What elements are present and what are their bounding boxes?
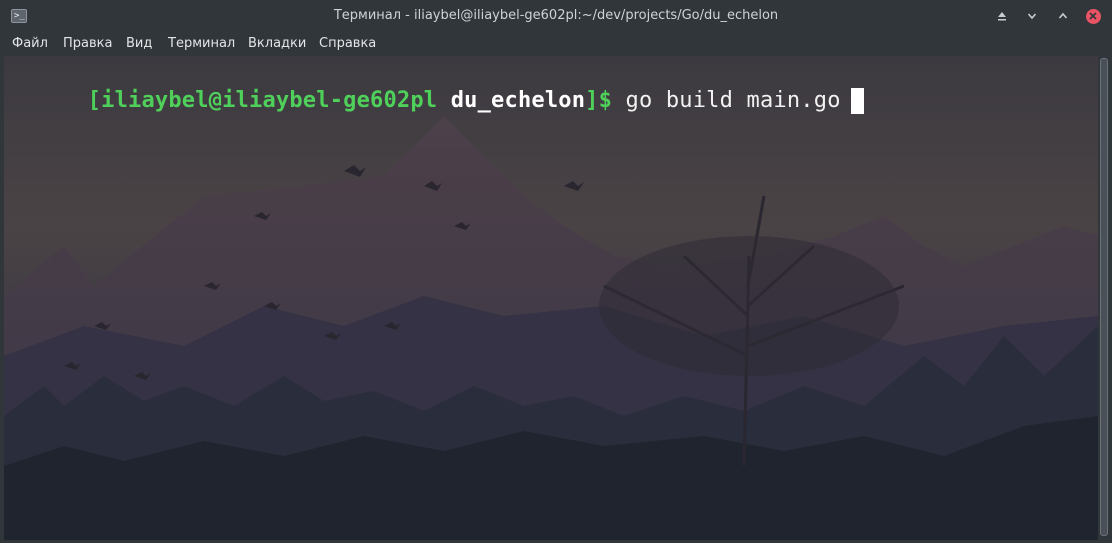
- maximize-icon: [1058, 12, 1068, 19]
- close-icon: [1085, 8, 1101, 24]
- terminal-line: [iliaybel@iliaybel-ge602pl du_echelon]$ …: [7, 62, 864, 140]
- menu-file[interactable]: Файл: [12, 36, 48, 51]
- menu-view[interactable]: Вид: [126, 36, 152, 51]
- terminal-area[interactable]: [iliaybel@iliaybel-ge602pl du_echelon]$ …: [4, 56, 1098, 540]
- title-bar[interactable]: >_ Терминал - iliaybel@iliaybel-ge602pl:…: [0, 0, 1112, 32]
- window-title: Терминал - iliaybel@iliaybel-ge602pl:~/d…: [333, 8, 779, 23]
- menu-tabs[interactable]: Вкладки: [248, 36, 306, 51]
- prompt-close: ]$: [585, 88, 613, 113]
- menu-edit[interactable]: Правка: [63, 36, 112, 51]
- text-cursor: [850, 88, 864, 114]
- scrollbar-thumb[interactable]: [1100, 58, 1108, 536]
- minimize-button[interactable]: [1024, 8, 1040, 24]
- prompt-user-host: iliaybel@iliaybel-ge602pl: [101, 88, 438, 113]
- command-input[interactable]: go build main.go: [626, 88, 841, 113]
- vertical-scrollbar[interactable]: [1098, 56, 1110, 540]
- maximize-button[interactable]: [1055, 8, 1071, 24]
- keep-above-icon: [998, 12, 1006, 21]
- menu-help[interactable]: Справка: [319, 36, 376, 51]
- keep-above-button[interactable]: [994, 8, 1010, 24]
- prompt-open-bracket: [: [87, 88, 102, 113]
- minimize-icon: [1027, 13, 1037, 20]
- menu-bar: Файл Правка Вид Терминал Вкладки Справка: [0, 32, 1112, 56]
- prompt-cwd: du_echelon: [450, 88, 586, 113]
- close-button[interactable]: [1085, 8, 1101, 24]
- menu-terminal[interactable]: Терминал: [168, 36, 235, 51]
- terminal-window: >_ Терминал - iliaybel@iliaybel-ge602pl:…: [0, 0, 1112, 543]
